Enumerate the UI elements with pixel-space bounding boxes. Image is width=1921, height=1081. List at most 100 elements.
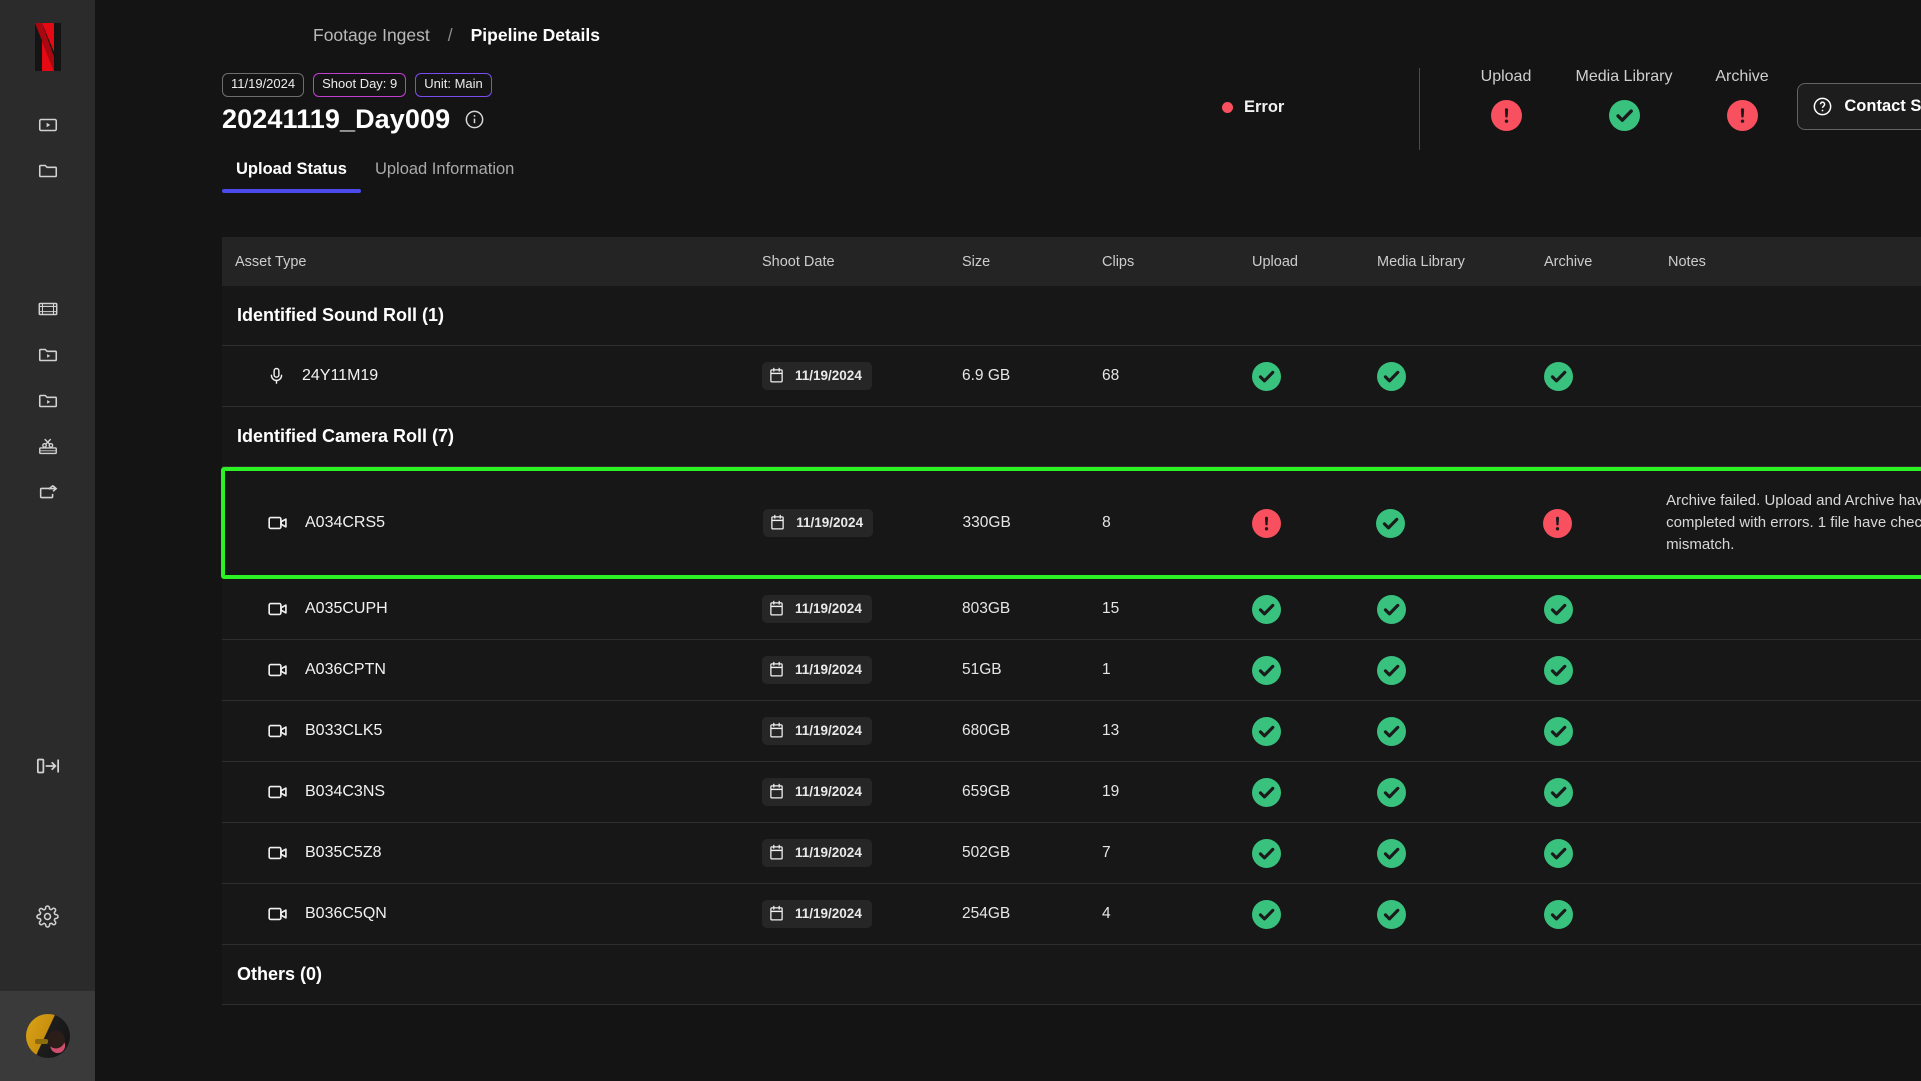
asset-name: A036CPTN (305, 661, 386, 678)
cell-archive-status (1544, 838, 1668, 868)
video-camera-icon (267, 844, 289, 862)
table-row[interactable]: A034CRS5 11/19/2024 330GB 8 Archive failed. … (221, 467, 1921, 579)
asset-name: 24Y11M19 (302, 367, 379, 384)
status-dot-icon (1222, 102, 1233, 113)
cell-archive-status (1544, 655, 1668, 685)
microphone-icon (267, 365, 286, 387)
calendar-icon (769, 844, 784, 861)
error-exclamation-icon (1740, 108, 1744, 123)
tab-bar: Upload Status Upload Information (222, 160, 528, 193)
check-icon (1550, 786, 1567, 798)
cell-archive-status (1544, 899, 1668, 929)
media-library-status-icon (1377, 361, 1406, 391)
check-icon (1383, 603, 1400, 615)
page-header: Footage Ingest / Pipeline Details 11/19/… (95, 0, 1921, 205)
upload-status-icon (1252, 655, 1281, 685)
cell-size: 659GB (962, 783, 1011, 800)
column-header-media-library[interactable]: Media Library (1377, 254, 1544, 270)
shoot-date-chip: 11/19/2024 (762, 362, 872, 390)
shoot-date-chip: 11/19/2024 (762, 778, 872, 806)
archive-status-icon (1544, 716, 1573, 746)
check-icon (1383, 908, 1400, 920)
cell-media-library-status (1377, 838, 1544, 868)
shoot-date-value: 11/19/2024 (796, 515, 864, 530)
calendar-icon (769, 661, 784, 678)
cell-shoot-date: 11/19/2024 (762, 839, 962, 867)
stage-archive-label: Archive (1715, 68, 1769, 85)
breadcrumb: Footage Ingest / Pipeline Details (313, 25, 600, 46)
contact-support-label: Contact Support (1844, 97, 1921, 115)
stage-upload-status-icon (1490, 100, 1522, 131)
cell-asset-type: 24Y11M19 (222, 365, 762, 387)
cell-clips: 15 (1102, 600, 1120, 617)
check-icon (1383, 847, 1400, 859)
sidebar-item-folder-play[interactable] (25, 332, 71, 378)
table-row[interactable]: B035C5Z8 11/19/2024 502GB 7 (222, 823, 1921, 884)
cell-upload-status (1252, 716, 1377, 746)
cell-asset-type: B036C5QN (222, 905, 762, 923)
video-camera-icon (267, 905, 289, 923)
column-header-asset-type[interactable]: Asset Type (222, 254, 762, 270)
cell-upload-status (1252, 899, 1377, 929)
page-title: 20241119_Day009 (222, 104, 451, 134)
cell-media-library-status (1377, 716, 1544, 746)
cell-clips: 68 (1102, 367, 1120, 384)
column-header-clips[interactable]: Clips (1102, 254, 1252, 270)
sidebar-item-video[interactable] (25, 102, 71, 148)
table-row[interactable]: B036C5QN 11/19/2024 254GB 4 (222, 884, 1921, 945)
check-icon (1383, 370, 1400, 382)
cell-upload-status (1252, 361, 1377, 391)
asset-name: A034CRS5 (305, 514, 386, 531)
table-group-title: Identified Camera Roll (7) (237, 426, 455, 446)
upload-status-icon (1252, 594, 1281, 624)
cell-shoot-date: 11/19/2024 (762, 900, 962, 928)
info-icon[interactable] (464, 109, 485, 130)
column-header-archive[interactable]: Archive (1544, 254, 1668, 270)
sidebar-item-film[interactable] (25, 286, 71, 332)
cell-upload-status (1251, 508, 1377, 538)
cell-asset-type: A035CUPH (222, 600, 762, 618)
stage-archive-status-icon (1726, 100, 1758, 131)
sidebar-item-export[interactable] (25, 470, 71, 516)
film-strip-icon (38, 302, 57, 316)
cell-archive-status (1542, 508, 1667, 538)
assets-table: Asset Type Shoot Date Size Clips Upload … (221, 237, 1921, 1005)
sidebar-item-footage[interactable] (25, 378, 71, 424)
video-camera-icon (267, 514, 289, 532)
cell-media-library-status (1377, 899, 1544, 929)
cell-asset-type: A036CPTN (222, 661, 762, 679)
upload-status-icon (1252, 838, 1281, 868)
table-row[interactable]: A036CPTN 11/19/2024 51GB 1 (222, 640, 1921, 701)
check-icon (1258, 847, 1275, 859)
contact-support-button[interactable]: Contact Support (1797, 83, 1921, 130)
column-header-notes[interactable]: Notes (1668, 254, 1921, 270)
sidebar-item-edit[interactable] (25, 424, 71, 470)
user-avatar[interactable] (0, 991, 95, 1081)
media-library-status-icon (1377, 655, 1406, 685)
notes-text: Archive failed. Upload and Archive have … (1666, 491, 1921, 554)
table-row[interactable]: A035CUPH 11/19/2024 803GB 15 (222, 579, 1921, 640)
check-icon (1383, 725, 1400, 737)
netflix-logo[interactable] (34, 22, 62, 72)
column-header-shoot-date[interactable]: Shoot Date (762, 254, 962, 270)
cell-media-library-status (1377, 777, 1544, 807)
shoot-date-value: 11/19/2024 (795, 784, 862, 799)
table-row[interactable]: 24Y11M19 11/19/2024 6.9 GB 68 (222, 346, 1921, 407)
breadcrumb-footage-ingest[interactable]: Footage Ingest (313, 25, 430, 46)
folder-play-2-icon (38, 394, 57, 408)
cell-shoot-date: 11/19/2024 (763, 509, 962, 537)
table-group-title: Others (0) (237, 964, 323, 984)
sidebar-collapse[interactable] (25, 743, 71, 789)
table-body: Identified Sound Roll (1) 24Y11M19 11/19/2… (221, 286, 1921, 1005)
breadcrumb-pipeline-details[interactable]: Pipeline Details (471, 25, 600, 46)
tab-upload-information[interactable]: Upload Information (361, 160, 528, 193)
table-row[interactable]: B034C3NS 11/19/2024 659GB 19 (222, 762, 1921, 823)
shoot-date-value: 11/19/2024 (795, 845, 862, 860)
column-header-size[interactable]: Size (962, 254, 1102, 270)
sidebar-settings[interactable] (25, 893, 71, 939)
sidebar-item-folder[interactable] (25, 148, 71, 194)
column-header-upload[interactable]: Upload (1252, 254, 1377, 270)
tab-upload-status[interactable]: Upload Status (222, 160, 361, 193)
table-row[interactable]: B033CLK5 11/19/2024 680GB 13 (222, 701, 1921, 762)
status-badge: Error (1222, 98, 1284, 117)
